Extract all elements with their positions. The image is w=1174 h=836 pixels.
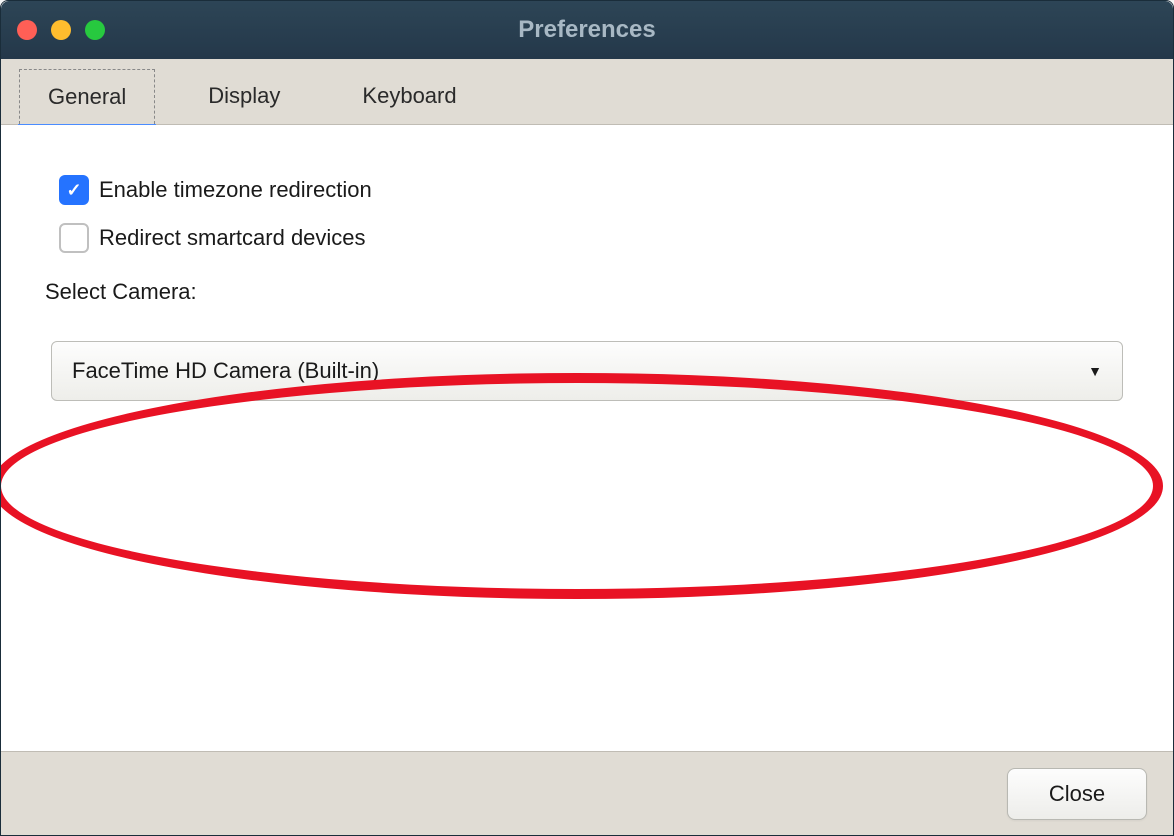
preferences-window: Preferences General Display Keyboard ✓ E… bbox=[0, 0, 1174, 836]
close-button-label: Close bbox=[1049, 781, 1105, 806]
titlebar: Preferences bbox=[1, 1, 1173, 59]
close-window-button[interactable] bbox=[17, 20, 37, 40]
camera-selected-value: FaceTime HD Camera (Built-in) bbox=[72, 358, 379, 384]
redirect-smartcard-row: Redirect smartcard devices bbox=[59, 223, 1123, 253]
check-icon: ✓ bbox=[66, 180, 81, 201]
chevron-down-icon: ▼ bbox=[1088, 363, 1102, 379]
close-button[interactable]: Close bbox=[1007, 768, 1147, 820]
camera-dropdown[interactable]: FaceTime HD Camera (Built-in) ▼ bbox=[51, 341, 1123, 401]
window-title: Preferences bbox=[518, 16, 655, 44]
enable-timezone-label: Enable timezone redirection bbox=[99, 177, 372, 203]
tab-display[interactable]: Display bbox=[179, 68, 309, 124]
tab-general[interactable]: General bbox=[19, 69, 155, 124]
traffic-lights bbox=[17, 20, 105, 40]
footer: Close bbox=[1, 751, 1173, 835]
tabbar: General Display Keyboard bbox=[1, 59, 1173, 125]
tab-label: General bbox=[48, 84, 126, 109]
annotation-highlight bbox=[0, 373, 1163, 599]
content-area: ✓ Enable timezone redirection Redirect s… bbox=[1, 125, 1173, 751]
redirect-smartcard-label: Redirect smartcard devices bbox=[99, 225, 366, 251]
select-camera-label: Select Camera: bbox=[45, 279, 1123, 305]
tab-label: Keyboard bbox=[362, 83, 456, 108]
minimize-window-button[interactable] bbox=[51, 20, 71, 40]
redirect-smartcard-checkbox[interactable] bbox=[59, 223, 89, 253]
maximize-window-button[interactable] bbox=[85, 20, 105, 40]
enable-timezone-checkbox[interactable]: ✓ bbox=[59, 175, 89, 205]
enable-timezone-row: ✓ Enable timezone redirection bbox=[59, 175, 1123, 205]
tab-label: Display bbox=[208, 83, 280, 108]
tab-keyboard[interactable]: Keyboard bbox=[333, 68, 485, 124]
